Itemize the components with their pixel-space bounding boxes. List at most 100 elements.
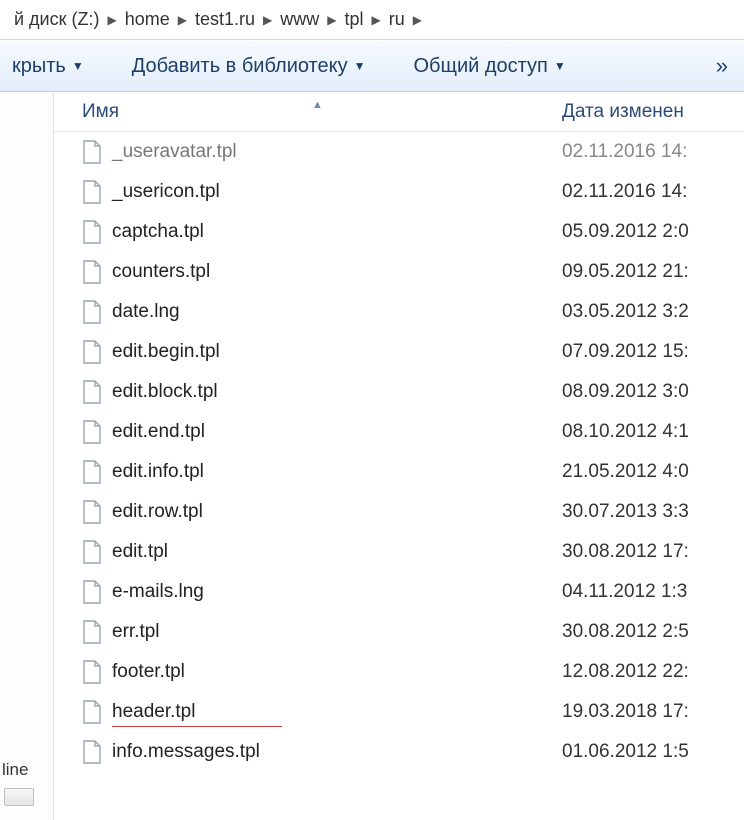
file-name: edit.row.tpl (112, 501, 203, 523)
file-date: 05.09.2012 2:0 (562, 221, 744, 243)
file-name-cell: err.tpl (82, 620, 562, 644)
file-row[interactable]: edit.info.tpl 21.05.2012 4:0 (54, 452, 744, 492)
file-name-cell: info.messages.tpl (82, 740, 562, 764)
file-row[interactable]: captcha.tpl 05.09.2012 2:0 (54, 212, 744, 252)
file-name: edit.tpl (112, 541, 168, 563)
file-icon (82, 580, 102, 604)
file-row[interactable]: _usericon.tpl 02.11.2016 14: (54, 172, 744, 212)
column-header-date[interactable]: Дата изменен (562, 101, 744, 123)
file-name-cell: edit.tpl (82, 540, 562, 564)
file-row[interactable]: edit.begin.tpl 07.09.2012 15: (54, 332, 744, 372)
file-date: 02.11.2016 14: (562, 141, 744, 163)
file-name: captcha.tpl (112, 221, 204, 243)
file-date: 07.09.2012 15: (562, 341, 744, 363)
file-row[interactable]: edit.block.tpl 08.09.2012 3:0 (54, 372, 744, 412)
file-row[interactable]: edit.tpl 30.08.2012 17: (54, 532, 744, 572)
share-button[interactable]: Общий доступ ▼ (413, 55, 565, 78)
file-name: footer.tpl (112, 661, 185, 683)
file-icon (82, 420, 102, 444)
file-icon (82, 500, 102, 524)
file-date: 30.08.2012 17: (562, 541, 744, 563)
breadcrumb-item[interactable]: tpl (338, 9, 369, 30)
file-name-cell: edit.begin.tpl (82, 340, 562, 364)
file-icon (82, 740, 102, 764)
file-row[interactable]: date.lng 03.05.2012 3:2 (54, 292, 744, 332)
file-rows: _useravatar.tpl02.11.2016 14:_usericon.t… (54, 132, 744, 772)
file-name: edit.begin.tpl (112, 341, 220, 363)
main-area: line Имя ▲ Дата изменен _useravatar.tpl 0… (0, 92, 744, 820)
file-icon (82, 380, 102, 404)
file-name: edit.end.tpl (112, 421, 205, 443)
file-name: err.tpl (112, 621, 160, 643)
file-name: info.messages.tpl (112, 741, 260, 763)
file-row[interactable]: footer.tpl 12.08.2012 22: (54, 652, 744, 692)
file-row[interactable]: counters.tpl 09.05.2012 21: (54, 252, 744, 292)
highlight-underline (112, 726, 282, 727)
breadcrumb-item[interactable]: test1.ru (189, 9, 261, 30)
file-name-cell: edit.block.tpl (82, 380, 562, 404)
breadcrumb-item[interactable]: ru (383, 9, 411, 30)
column-header-name[interactable]: Имя ▲ (82, 101, 562, 123)
file-date: 08.10.2012 4:1 (562, 421, 744, 443)
file-icon (82, 660, 102, 684)
chevron-right-icon: ▶ (411, 13, 424, 27)
file-row[interactable]: err.tpl 30.08.2012 2:5 (54, 612, 744, 652)
breadcrumb-root[interactable]: й диск (Z:) (8, 9, 105, 30)
file-name-cell: e-mails.lng (82, 580, 562, 604)
file-row[interactable]: edit.end.tpl 08.10.2012 4:1 (54, 412, 744, 452)
file-name: e-mails.lng (112, 581, 204, 603)
file-date: 08.09.2012 3:0 (562, 381, 744, 403)
file-icon (82, 300, 102, 324)
file-icon (82, 140, 102, 164)
file-date: 30.08.2012 2:5 (562, 621, 744, 643)
toolbar-overflow-button[interactable]: » (712, 53, 732, 79)
file-name-cell: _usericon.tpl (82, 180, 562, 204)
toolbar: крыть ▼ Добавить в библиотеку ▼ Общий до… (0, 40, 744, 92)
file-name-cell: _useravatar.tpl (82, 140, 562, 164)
file-icon (82, 340, 102, 364)
breadcrumb-item[interactable]: home (119, 9, 176, 30)
file-date: 12.08.2012 22: (562, 661, 744, 683)
file-row[interactable]: info.messages.tpl01.06.2012 1:5 (54, 732, 744, 772)
file-date: 02.11.2016 14: (562, 181, 744, 203)
navigation-pane[interactable]: line (0, 92, 54, 820)
file-name: _useravatar.tpl (112, 141, 237, 163)
open-button[interactable]: крыть ▼ (12, 55, 84, 78)
file-icon (82, 260, 102, 284)
file-name: edit.info.tpl (112, 461, 204, 483)
breadcrumb-item[interactable]: www (274, 9, 325, 30)
file-date: 04.11.2012 1:3 (562, 581, 744, 603)
file-row[interactable]: edit.row.tpl30.07.2013 3:3 (54, 492, 744, 532)
file-name-cell: header.tpl (82, 700, 562, 724)
chevron-right-icon: ▶ (261, 13, 274, 27)
file-name: _usericon.tpl (112, 181, 220, 203)
chevron-right-icon: ▶ (105, 13, 118, 27)
column-header-date-label: Дата изменен (562, 101, 684, 122)
file-date: 09.05.2012 21: (562, 261, 744, 283)
file-list: Имя ▲ Дата изменен _useravatar.tpl 02.11.… (54, 92, 744, 820)
chevron-right-icon: ▶ (325, 13, 338, 27)
sidebar-handle[interactable] (4, 788, 34, 806)
breadcrumb[interactable]: й диск (Z:) ▶ home ▶ test1.ru ▶ www ▶ tp… (0, 0, 744, 40)
file-row[interactable]: _useravatar.tpl 02.11.2016 14: (54, 132, 744, 172)
file-row[interactable]: e-mails.lng 04.11.2012 1:3 (54, 572, 744, 612)
sidebar-item-label: line (2, 760, 28, 780)
file-name-cell: footer.tpl (82, 660, 562, 684)
chevron-right-icon: ▶ (370, 13, 383, 27)
file-name: edit.block.tpl (112, 381, 218, 403)
file-name-cell: date.lng (82, 300, 562, 324)
file-icon (82, 620, 102, 644)
sort-asc-icon: ▲ (312, 99, 323, 111)
file-date: 03.05.2012 3:2 (562, 301, 744, 323)
file-icon (82, 220, 102, 244)
file-name-cell: edit.end.tpl (82, 420, 562, 444)
column-headers: Имя ▲ Дата изменен (54, 92, 744, 132)
file-icon (82, 460, 102, 484)
file-name-cell: counters.tpl (82, 260, 562, 284)
file-name: date.lng (112, 301, 180, 323)
file-date: 21.05.2012 4:0 (562, 461, 744, 483)
open-label: крыть (12, 55, 66, 78)
add-library-label: Добавить в библиотеку (132, 55, 348, 78)
file-name: counters.tpl (112, 261, 210, 283)
add-library-button[interactable]: Добавить в библиотеку ▼ (132, 55, 366, 78)
